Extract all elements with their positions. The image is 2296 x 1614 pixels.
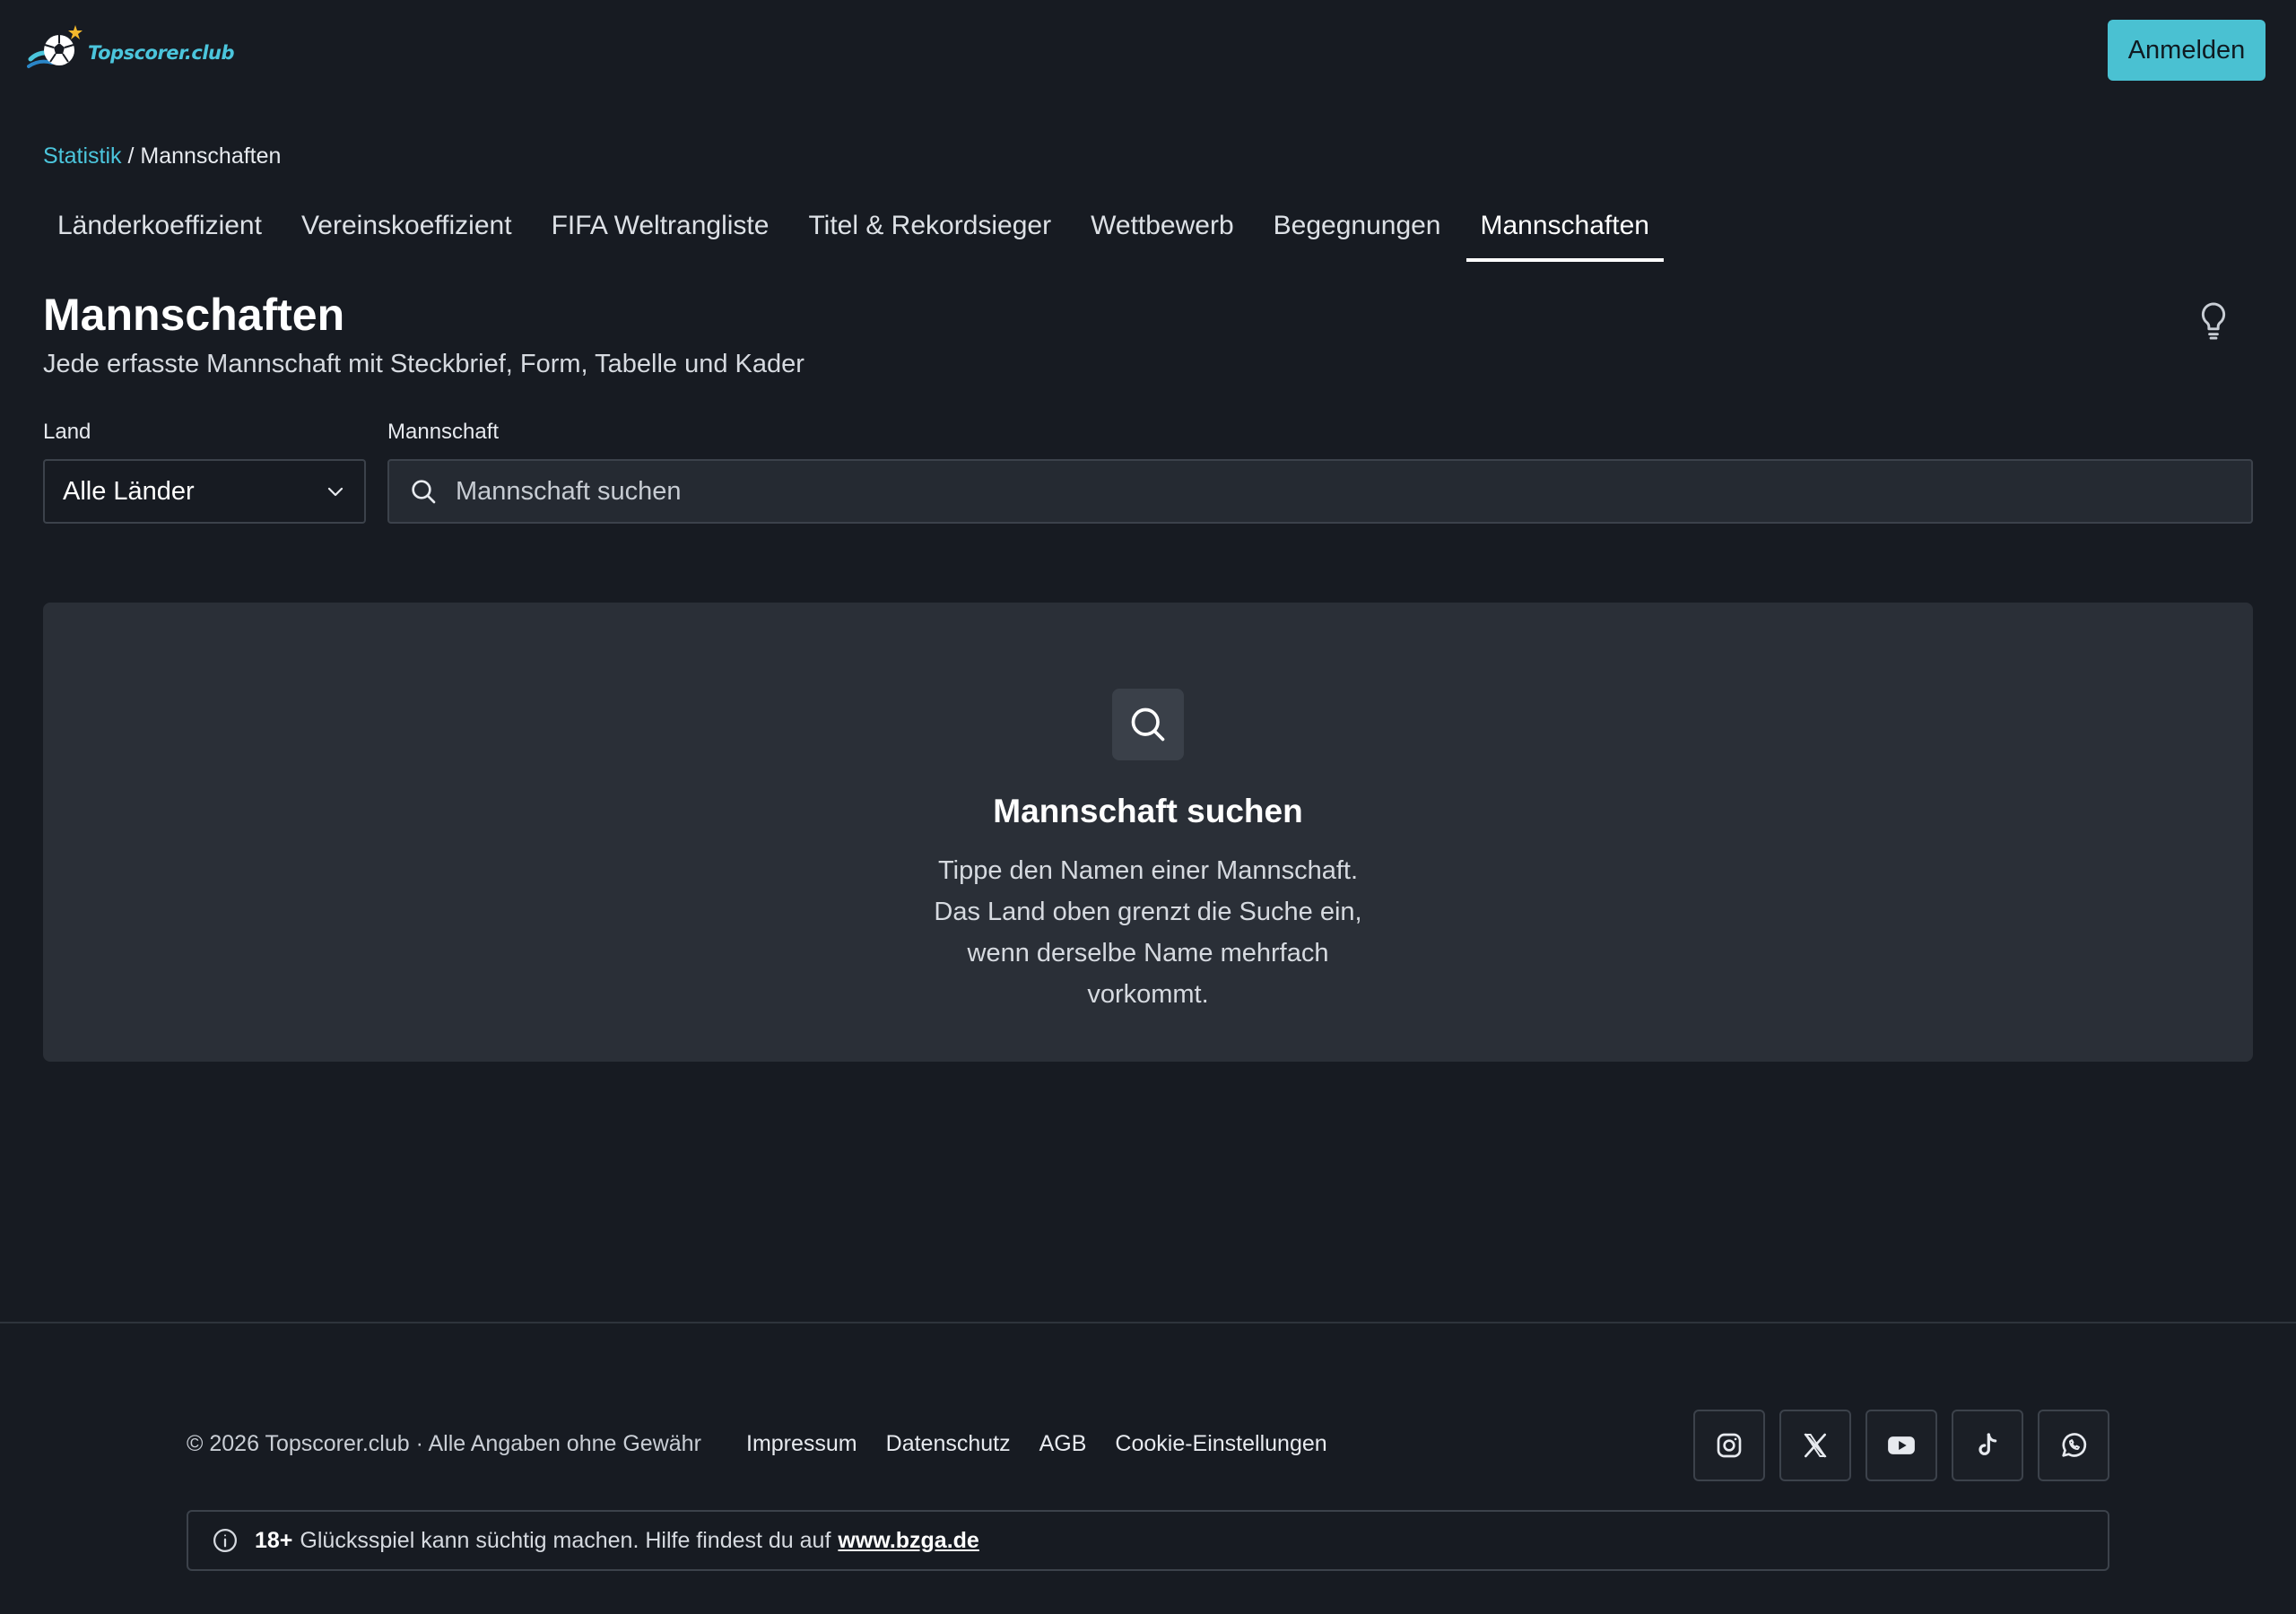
breadcrumb-current: Mannschaften [140,143,282,169]
instagram-button[interactable] [1693,1410,1765,1481]
soccer-ball-logo-icon [27,25,83,68]
page-subtitle: Jede erfasste Mannschaft mit Steckbrief,… [43,350,804,378]
youtube-icon [1888,1436,1915,1454]
footer-copyright: © 2026 Topscorer.club · Alle Angaben ohn… [187,1431,701,1456]
country-select-value: Alle Länder [63,476,195,506]
bzga-link[interactable]: www.bzga.de [838,1528,978,1554]
whatsapp-button[interactable] [2038,1410,2109,1481]
empty-state-title: Mannschaft suchen [993,793,1303,829]
site-logo[interactable]: Topscorer.club [27,23,235,74]
chevron-down-icon [327,487,344,497]
login-button[interactable]: Anmelden [2108,20,2266,81]
tab-titel-rekordsieger[interactable]: Titel & Rekordsieger [794,203,1065,262]
search-icon [1131,707,1165,742]
tab-begegnungen[interactable]: Begegnungen [1259,203,1456,262]
social-links [1693,1410,2109,1481]
tiktok-button[interactable] [1952,1410,2023,1481]
footer-divider [0,1322,2296,1323]
team-search-box [387,459,2253,524]
info-icon [213,1529,237,1552]
whatsapp-icon [2062,1433,2087,1457]
footer-link-cookie-einstellungen[interactable]: Cookie-Einstellungen [1115,1431,1326,1457]
tiktok-icon [1979,1433,1997,1455]
stats-tabs: Länderkoeffizient Vereinskoeffizient FIF… [43,203,1674,262]
empty-state-text: Tippe den Namen einer Mannschaft. Das La… [934,856,1362,1009]
tab-fifa-weltrangliste[interactable]: FIFA Weltrangliste [537,203,784,262]
tab-mannschaften[interactable]: Mannschaften [1465,203,1664,262]
empty-state-panel: Mannschaft suchen Tippe den Namen einer … [43,603,2253,1062]
breadcrumb-statistik-link[interactable]: Statistik [43,143,122,169]
tab-wettbewerb[interactable]: Wettbewerb [1076,203,1248,262]
footer-links: Impressum Datenschutz AGB Cookie-Einstel… [746,1431,1327,1457]
breadcrumb: Statistik / Mannschaften [43,143,281,169]
footer-link-datenschutz[interactable]: Datenschutz [886,1431,1011,1457]
footer-link-impressum[interactable]: Impressum [746,1431,857,1457]
x-button[interactable] [1779,1410,1851,1481]
footer-link-agb[interactable]: AGB [1039,1431,1087,1457]
instagram-icon [1717,1433,1742,1458]
tab-laenderkoeffizient[interactable]: Länderkoeffizient [43,203,276,262]
age-restriction-label: 18+ [255,1527,293,1553]
gambling-warning-text: Glücksspiel kann süchtig machen. Hilfe f… [300,1527,831,1553]
gambling-warning: 18+ Glücksspiel kann süchtig machen. Hil… [187,1510,2109,1571]
empty-state-icon-box [1112,689,1184,760]
x-icon [1804,1433,1827,1458]
country-select[interactable]: Alle Länder [43,459,366,524]
page-title: Mannschaften [43,290,345,340]
team-search-input[interactable] [456,476,2160,507]
country-label: Land [43,420,91,444]
tab-vereinskoeffizient[interactable]: Vereinskoeffizient [287,203,526,262]
lightbulb-icon[interactable] [2197,301,2230,341]
search-icon [412,480,436,504]
logo-text: Topscorer.club [88,42,235,64]
youtube-button[interactable] [1866,1410,1937,1481]
site-header: Topscorer.club Anmelden [0,0,2296,108]
team-label: Mannschaft [387,420,500,444]
breadcrumb-separator: / [121,143,141,169]
